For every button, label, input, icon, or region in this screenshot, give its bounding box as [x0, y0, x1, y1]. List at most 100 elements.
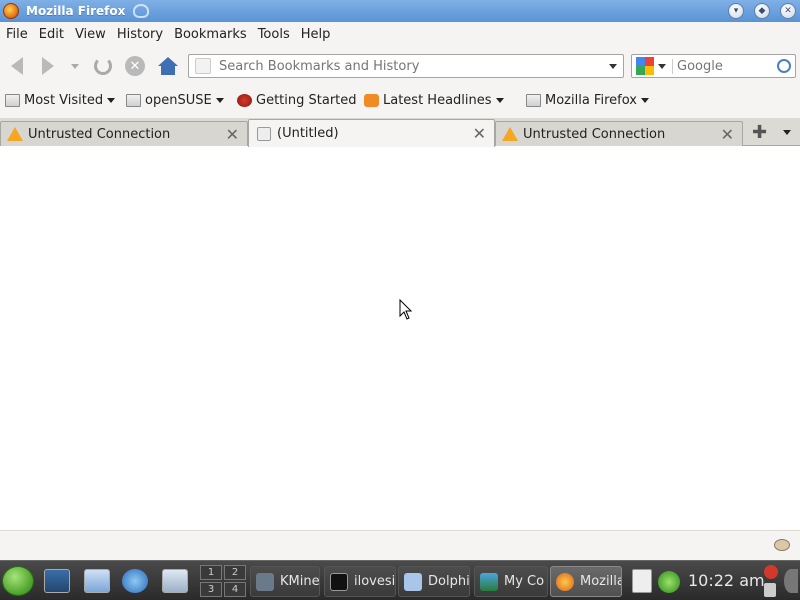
folder-icon — [126, 94, 141, 107]
tab-untrusted-connection-2[interactable]: Untrusted Connection ✕ — [495, 121, 743, 146]
panel-toolbox-icon[interactable] — [784, 569, 798, 593]
bookmark-latest-headlines[interactable]: Latest Headlines — [364, 93, 504, 108]
url-bar[interactable] — [188, 54, 624, 78]
bookmark-label: openSUSE — [145, 93, 212, 108]
menu-tools[interactable]: Tools — [258, 27, 290, 42]
rss-icon — [364, 94, 379, 107]
pager-desktop-1[interactable]: 1 — [200, 565, 222, 580]
chevron-down-icon — [71, 63, 79, 69]
kde-gear-icon — [133, 4, 150, 18]
my-computer-icon — [480, 572, 498, 591]
firefox-icon — [556, 572, 574, 591]
desktop-pager: 1 2 3 4 — [200, 565, 246, 597]
tab-close-icon[interactable]: ✕ — [473, 124, 486, 143]
application-launcher-icon[interactable] — [2, 566, 34, 596]
close-button[interactable]: ✕ — [780, 3, 796, 19]
folder-icon — [5, 94, 20, 107]
tab-untitled[interactable]: (Untitled) ✕ — [248, 119, 495, 147]
site-identity-icon[interactable] — [195, 58, 211, 74]
status-bar — [0, 530, 800, 560]
clipboard-icon[interactable] — [632, 569, 652, 593]
bookmark-opensuse[interactable]: openSUSE — [126, 93, 224, 108]
task-label: KMine — [280, 574, 320, 589]
search-bar[interactable] — [631, 54, 796, 78]
tab-label: Untrusted Connection — [523, 126, 666, 142]
tab-close-icon[interactable]: ✕ — [721, 125, 734, 144]
google-icon[interactable] — [636, 57, 654, 75]
maximize-button[interactable]: ◆ — [754, 3, 770, 19]
stop-icon: ✕ — [125, 56, 145, 76]
tab-untrusted-connection-1[interactable]: Untrusted Connection ✕ — [0, 121, 248, 146]
bookmark-label: Most Visited — [24, 93, 104, 108]
tab-strip: Untrusted Connection ✕ (Untitled) ✕ Untr… — [0, 118, 800, 147]
clock[interactable]: 10:22 am — [688, 571, 765, 590]
menu-file[interactable]: File — [6, 27, 28, 42]
bookmark-most-visited[interactable]: Most Visited — [5, 93, 116, 108]
search-icon[interactable] — [777, 59, 791, 73]
blank-page-icon — [257, 126, 271, 141]
bookmark-label: Getting Started — [256, 93, 357, 108]
warning-icon — [502, 127, 518, 141]
forward-button[interactable] — [37, 55, 59, 77]
reload-button[interactable] — [92, 55, 114, 77]
file-manager-icon[interactable] — [84, 569, 110, 593]
home-button[interactable] — [157, 55, 179, 77]
task-terminal[interactable]: ilovesi — [324, 566, 396, 597]
show-desktop-icon[interactable] — [44, 569, 70, 593]
system-monitor-icon[interactable] — [162, 569, 188, 593]
stop-button[interactable]: ✕ — [124, 55, 146, 77]
software-updater-icon[interactable] — [658, 571, 680, 593]
page-content[interactable] — [0, 146, 800, 530]
task-dolphin[interactable]: Dolphi — [398, 566, 470, 597]
menu-bar: File Edit View History Bookmarks Tools H… — [0, 22, 800, 46]
home-icon — [158, 57, 178, 75]
pager-desktop-3[interactable]: 3 — [200, 582, 222, 597]
task-label: Dolphi — [428, 574, 470, 589]
status-addon-icon[interactable] — [774, 539, 790, 551]
menu-edit[interactable]: Edit — [39, 27, 64, 42]
tab-label: (Untitled) — [277, 126, 339, 141]
firefox-icon — [3, 3, 19, 19]
task-my-computer[interactable]: My Co — [474, 566, 548, 597]
tab-label: Untrusted Connection — [28, 126, 171, 142]
menu-bookmarks[interactable]: Bookmarks — [174, 27, 247, 42]
folder-icon — [526, 94, 541, 107]
search-engine-dropdown-icon[interactable] — [658, 63, 666, 69]
window-title: Mozilla Firefox — [26, 4, 126, 18]
history-dropdown-button[interactable] — [64, 55, 86, 77]
url-dropdown-icon[interactable] — [609, 64, 617, 69]
warning-icon — [7, 127, 23, 141]
bookmark-mozilla-firefox[interactable]: Mozilla Firefox — [526, 93, 649, 108]
lock-icon[interactable] — [764, 583, 776, 597]
new-tab-button[interactable]: ✚ — [752, 122, 767, 143]
mouse-cursor-icon — [399, 299, 413, 320]
reload-icon — [94, 57, 112, 75]
dolphin-icon — [404, 572, 422, 591]
web-browser-icon[interactable] — [122, 569, 148, 593]
terminal-icon — [330, 572, 348, 591]
search-input[interactable] — [672, 58, 772, 74]
url-input[interactable] — [219, 58, 599, 74]
navigation-toolbar: ✕ — [0, 46, 800, 86]
back-button[interactable] — [6, 55, 28, 77]
list-all-tabs-button[interactable] — [783, 130, 791, 135]
menu-view[interactable]: View — [75, 27, 106, 42]
task-kmines[interactable]: KMine — [250, 566, 320, 597]
back-arrow-icon — [11, 57, 23, 75]
window-titlebar[interactable]: Mozilla Firefox ▾ ◆ ✕ — [0, 0, 800, 22]
bookmark-getting-started[interactable]: Getting Started — [237, 93, 357, 108]
tab-close-icon[interactable]: ✕ — [226, 125, 239, 144]
bookmarks-toolbar: Most Visited openSUSE Getting Started La… — [0, 86, 800, 118]
menu-help[interactable]: Help — [301, 27, 331, 42]
pager-desktop-4[interactable]: 4 — [224, 582, 246, 597]
firefox-icon — [237, 94, 252, 107]
minimize-button[interactable]: ▾ — [728, 3, 744, 19]
chevron-down-icon — [640, 98, 649, 103]
forward-arrow-icon — [42, 57, 54, 75]
menu-history[interactable]: History — [117, 27, 163, 42]
pager-desktop-2[interactable]: 2 — [224, 565, 246, 580]
task-label: ilovesi — [354, 574, 396, 589]
power-icon[interactable] — [764, 565, 778, 579]
task-firefox[interactable]: Mozilla — [550, 566, 622, 597]
chevron-down-icon — [215, 98, 224, 103]
